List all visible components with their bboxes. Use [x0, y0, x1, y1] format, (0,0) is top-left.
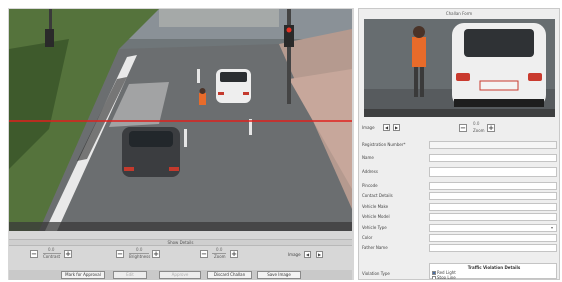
save-image-button[interactable]: Save Image	[257, 271, 301, 279]
challan-form-panel: Challan Form Image ◀ ▶ − 0.0 Zoom + Regi…	[358, 8, 560, 280]
contrast-increase-button[interactable]: +	[64, 250, 72, 258]
registration-number-label: Registration Number*	[362, 142, 406, 147]
mark-for-approval-button[interactable]: Mark for Approval	[61, 271, 105, 279]
contrast-decrease-button[interactable]: −	[30, 250, 38, 258]
chevron-down-icon[interactable]: ▾	[551, 225, 553, 230]
registration-number-input[interactable]	[429, 141, 557, 149]
father-name-input[interactable]	[429, 244, 557, 252]
address-input[interactable]	[429, 167, 557, 177]
zoom-value: 0.0	[216, 247, 223, 252]
zoom-control: − 0.0 Zoom +	[200, 247, 250, 263]
zoom-decrease-button[interactable]: −	[200, 250, 208, 258]
form-zoom-label: Zoom	[473, 128, 485, 133]
action-bar: Mark for Approval Edit Approve Discard C…	[9, 270, 352, 280]
traffic-violation-panel: Traffic Violation Details Red Light Stop…	[429, 263, 557, 279]
camera-panel: Show Details − 0.0 Contrast + − 0.0 Brig…	[8, 8, 354, 280]
contact-details-input[interactable]	[429, 192, 557, 200]
image-label: Image	[362, 125, 375, 130]
form-zoom-control: − 0.0 Zoom +	[459, 121, 509, 137]
form-previous-image-icon[interactable]: ◀	[383, 124, 390, 131]
violation-type-label: Violation Type	[362, 271, 390, 276]
form-zoom-decrease-button[interactable]: −	[459, 124, 467, 132]
father-name-label: Father Name	[362, 245, 388, 250]
violation-option-stop-line[interactable]: Stop Line	[432, 275, 456, 280]
contrast-label: Contrast	[43, 254, 61, 259]
name-input[interactable]	[429, 154, 557, 162]
vehicle-make-label: Vehicle Make	[362, 204, 389, 209]
vehicle-model-input[interactable]	[429, 213, 557, 221]
pincode-input[interactable]	[429, 182, 557, 190]
street-scene-image	[9, 9, 352, 231]
camera-feed[interactable]	[9, 9, 352, 231]
color-input[interactable]	[429, 234, 557, 242]
contrast-value: 0.0	[48, 247, 55, 252]
zoom-label: Zoom	[214, 254, 226, 259]
brightness-value: 0.0	[136, 247, 143, 252]
vehicle-model-label: Vehicle Model	[362, 214, 390, 219]
vehicle-type-label: Vehicle Type	[362, 225, 387, 230]
image-nav-label: Image	[288, 252, 301, 257]
form-title: Challan Form	[445, 11, 473, 16]
address-label: Address	[362, 169, 378, 174]
approve-button[interactable]: Approve	[159, 271, 201, 279]
form-zoom-value: 0.0	[473, 121, 480, 126]
brightness-decrease-button[interactable]: −	[116, 250, 124, 258]
pincode-label: Pincode	[362, 183, 378, 188]
plate-zoom-view[interactable]	[364, 19, 555, 117]
brightness-increase-button[interactable]: +	[152, 250, 160, 258]
form-zoom-increase-button[interactable]: +	[487, 124, 495, 132]
brightness-control: − 0.0 Brightness +	[116, 247, 176, 263]
show-details-toggle[interactable]: Show Details	[9, 239, 352, 246]
previous-image-icon[interactable]: ◀	[304, 251, 311, 258]
contact-details-label: Contact Details	[362, 193, 393, 198]
zoom-increase-button[interactable]: +	[230, 250, 238, 258]
contrast-control: − 0.0 Contrast +	[30, 247, 85, 263]
name-label: Name	[362, 155, 374, 160]
color-label: Color	[362, 235, 373, 240]
form-next-image-icon[interactable]: ▶	[393, 124, 400, 131]
discard-challan-button[interactable]: Discard Challan	[207, 271, 252, 279]
vehicle-make-input[interactable]	[429, 203, 557, 211]
brightness-label: Brightness	[129, 254, 151, 259]
vehicle-type-select[interactable]	[429, 224, 557, 232]
checkbox-unchecked-icon[interactable]	[432, 276, 436, 279]
edit-button[interactable]: Edit	[113, 271, 147, 279]
violation-option-label: Stop Line	[437, 275, 456, 280]
next-image-icon[interactable]: ▶	[316, 251, 323, 258]
vehicle-closeup-image	[364, 19, 555, 117]
